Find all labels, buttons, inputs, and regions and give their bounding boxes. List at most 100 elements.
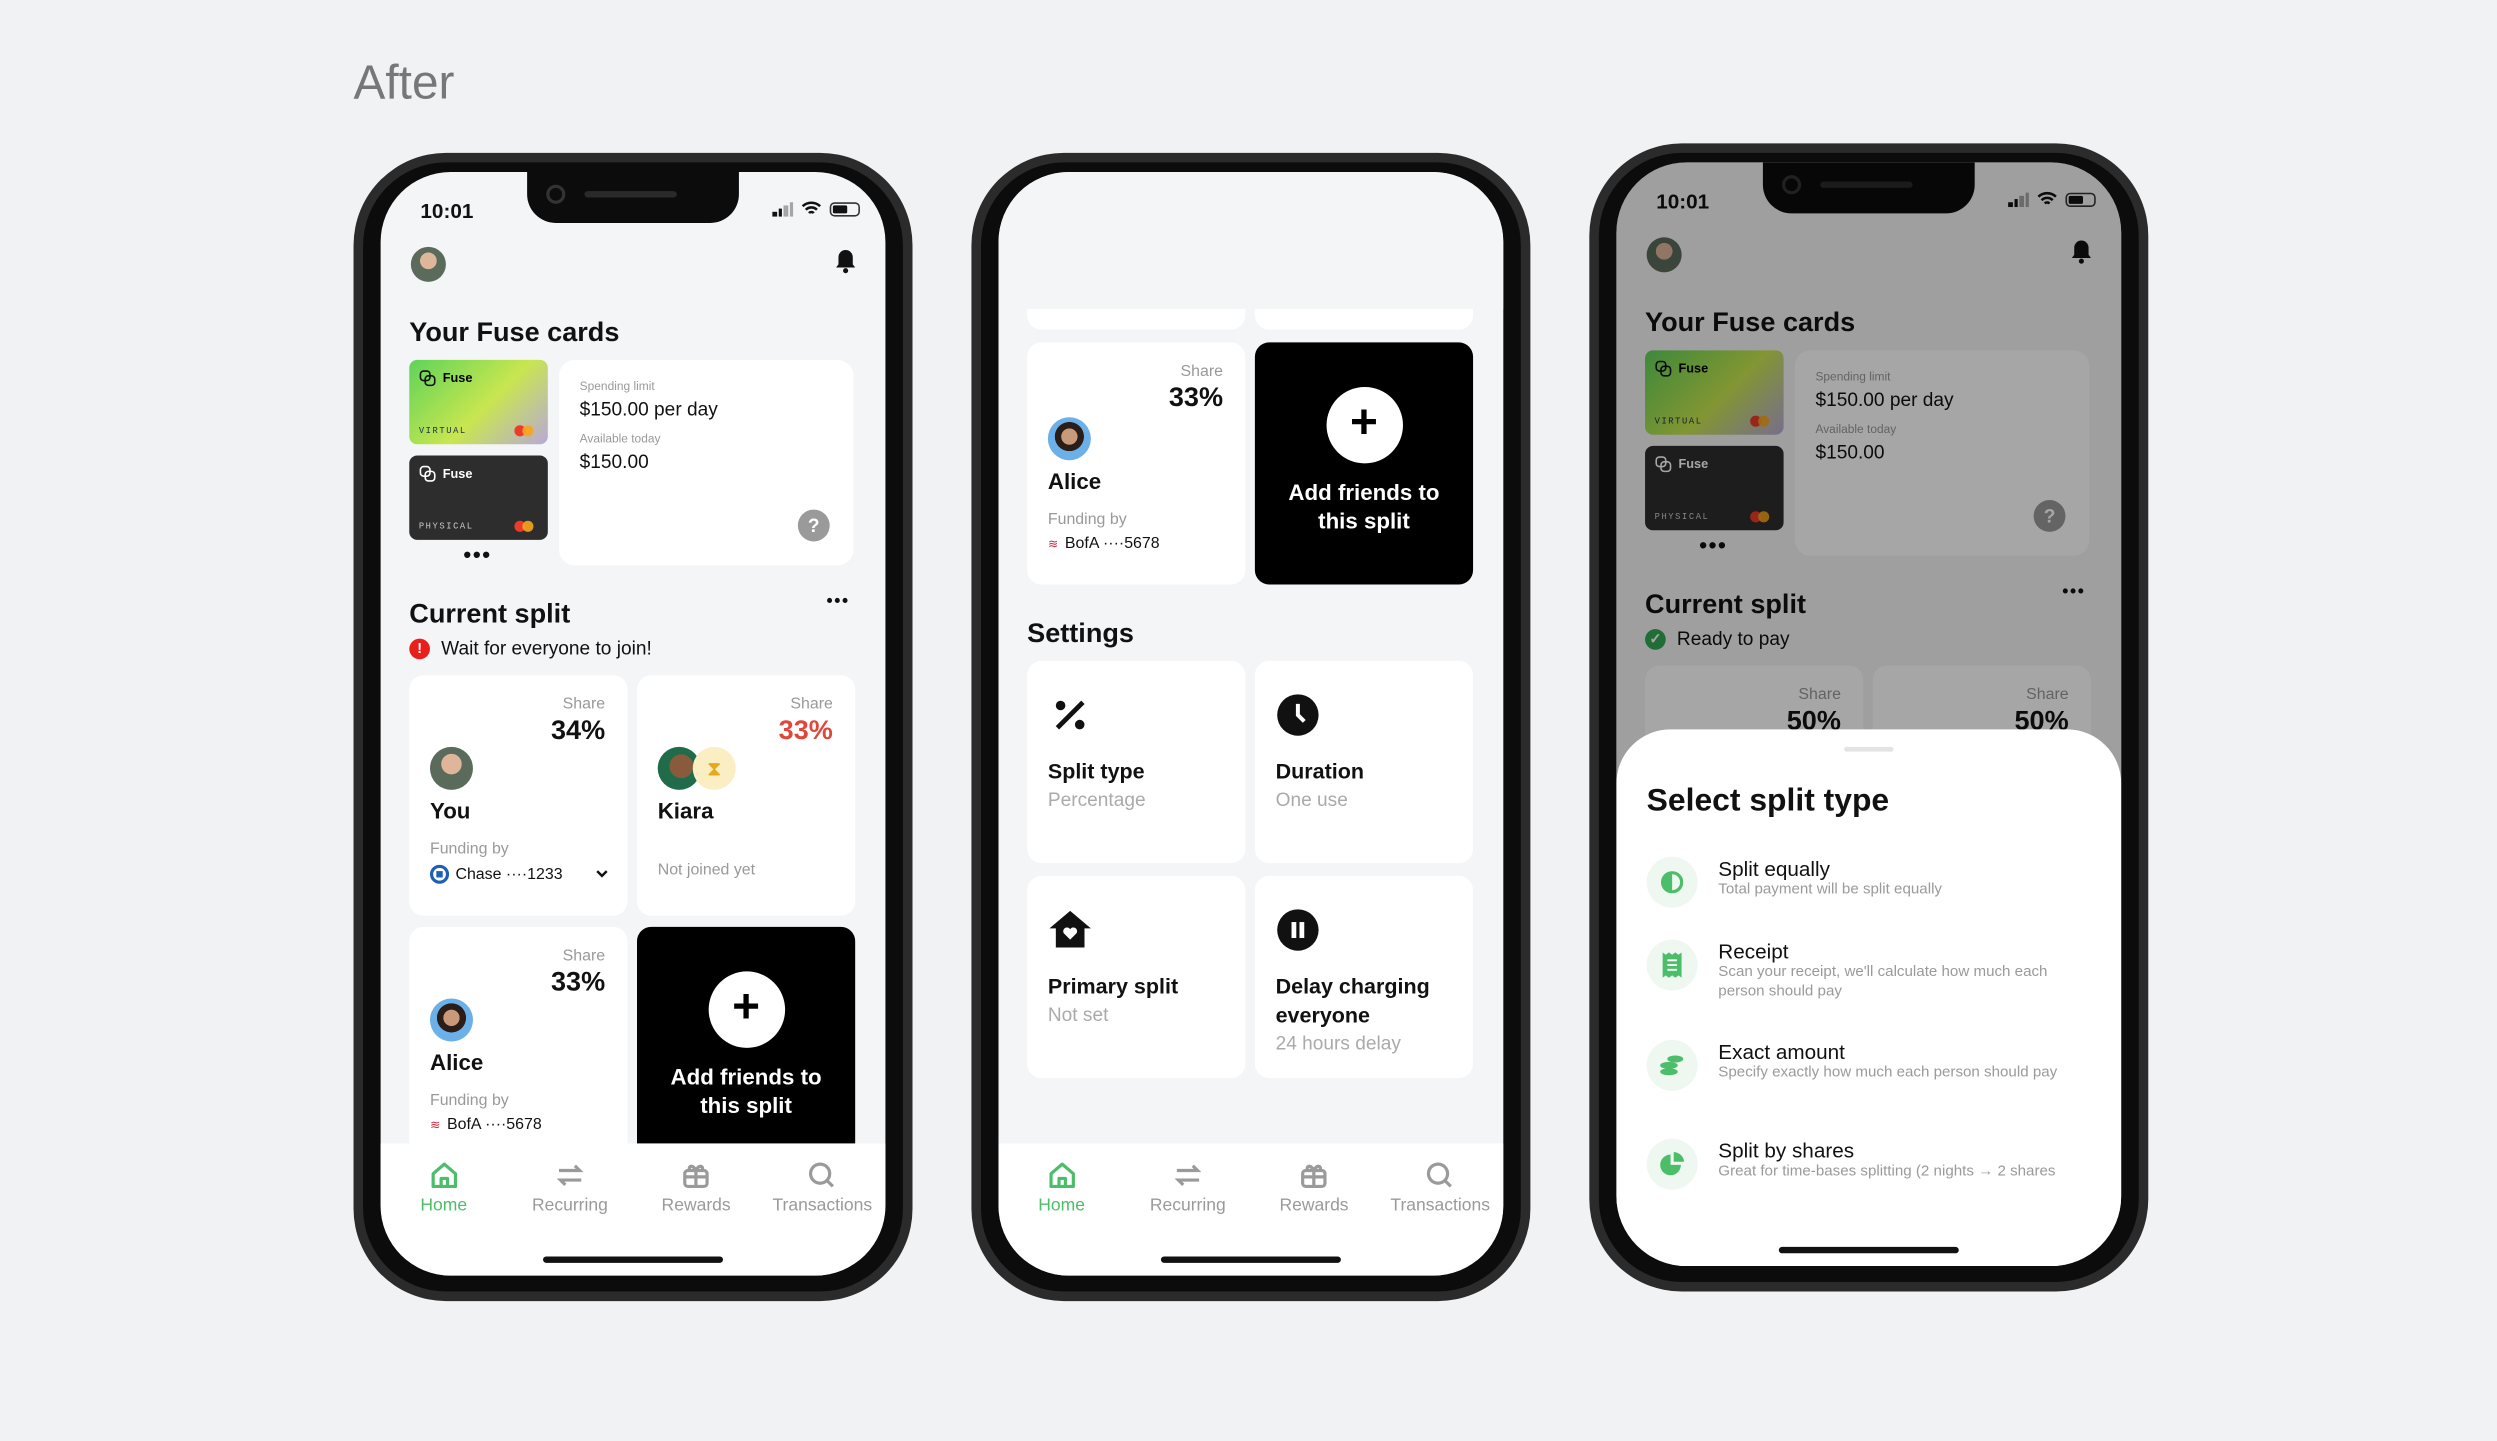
participant-name: Alice	[429, 1049, 484, 1075]
share-label: Share	[790, 695, 833, 714]
setting-duration[interactable]: Duration One use	[1254, 660, 1474, 864]
status-time: 10:01	[420, 199, 474, 223]
mastercard-icon	[514, 520, 535, 532]
nav-transactions[interactable]: Transactions	[759, 1159, 885, 1275]
cards-heading: Your Fuse cards	[409, 316, 620, 348]
clock-icon	[1277, 694, 1319, 736]
help-button[interactable]: ?	[797, 509, 830, 542]
nav-label: Transactions	[772, 1195, 873, 1216]
participant-tile-alice[interactable]: Share 33% Alice Funding by ≋ BofA ····5678	[409, 926, 628, 1166]
more-cards-button[interactable]: •••	[463, 541, 491, 566]
nav-label: Transactions	[1390, 1195, 1491, 1216]
participant-name: Kiara	[657, 797, 714, 824]
add-friends-button[interactable]: + Add friends to this split	[637, 926, 856, 1166]
nav-label: Rewards	[1279, 1195, 1349, 1216]
receipt-icon	[1662, 952, 1682, 978]
participant-name: Alice	[1047, 468, 1102, 494]
split-type-sheet: Select split type Split equally Total pay…	[1616, 729, 2122, 1267]
wifi-icon	[801, 201, 822, 215]
add-friends-button[interactable]: + Add friends to this split	[1254, 342, 1474, 585]
share-value: 33%	[550, 966, 606, 997]
setting-value: Percentage	[1047, 788, 1146, 811]
participant-tile-alice[interactable]: Share 33% Alice Funding by ≋ BofA ····5678	[1027, 342, 1246, 585]
sheet-handle[interactable]	[1844, 746, 1894, 752]
nav-home[interactable]: Home	[999, 1159, 1125, 1275]
share-value: 34%	[550, 715, 606, 746]
pause-icon	[1277, 909, 1319, 951]
participant-name: You	[429, 797, 471, 824]
option-desc: Total payment will be split equally	[1718, 880, 1943, 899]
setting-title: Split type	[1047, 759, 1145, 784]
bell-icon[interactable]	[834, 248, 856, 274]
nav-label: Home	[1038, 1195, 1085, 1216]
pending-note: Not joined yet	[657, 861, 756, 880]
bank-name: BofA ····5678	[1064, 535, 1160, 553]
available-label: Available today	[579, 431, 661, 446]
setting-value: 24 hours delay	[1275, 1031, 1401, 1055]
option-exact-amount[interactable]: Exact amount Specify exactly how much eac…	[1646, 1039, 2093, 1091]
setting-title: Duration	[1275, 759, 1364, 784]
battery-icon	[829, 201, 860, 216]
phone-home: 10:01 Your Fuse cards Fuse VIRTUAL Fuse …	[353, 152, 913, 1302]
setting-split-type[interactable]: Split type Percentage	[1027, 660, 1246, 864]
sheet-title: Select split type	[1646, 783, 1890, 819]
physical-card[interactable]: Fuse PHYSICAL	[409, 455, 548, 540]
option-receipt[interactable]: Receipt Scan your receipt, we'll calculat…	[1646, 939, 2093, 1002]
option-split-by-shares[interactable]: Split by shares Great for time-bases spli…	[1646, 1138, 2093, 1190]
option-split-equally[interactable]: Split equally Total payment will be split…	[1646, 856, 2093, 908]
home-icon	[430, 1162, 457, 1189]
funding-source: ≋ BofA ····5678	[1048, 535, 1160, 553]
bofa-icon: ≋	[429, 1117, 441, 1133]
split-more-button[interactable]: •••	[827, 592, 850, 611]
nav-home[interactable]: Home	[381, 1159, 507, 1275]
funding-label: Funding by	[429, 1092, 509, 1110]
funding-label: Funding by	[429, 840, 509, 859]
page-title: After	[353, 57, 455, 110]
nav-label: Recurring	[1149, 1195, 1226, 1216]
card-brand: Fuse	[442, 371, 473, 386]
funding-select[interactable]: Chase ····1233	[429, 864, 608, 884]
search-icon	[809, 1162, 835, 1188]
option-title: Split equally	[1718, 856, 1830, 881]
phone-split-type-sheet: 10:01 Your Fuse cards Fuse VIRTUAL Fuse …	[1589, 143, 2149, 1292]
option-title: Receipt	[1718, 939, 1789, 964]
card-brand: Fuse	[442, 466, 473, 481]
card-type: PHYSICAL	[418, 520, 474, 532]
nav-transactions[interactable]: Transactions	[1377, 1159, 1503, 1275]
add-friends-label: Add friends to this split	[1288, 479, 1440, 534]
setting-delay-charging[interactable]: Delay charging everyone 24 hours delay	[1254, 875, 1474, 1079]
plus-icon: +	[707, 971, 785, 1048]
home-indicator	[1160, 1256, 1341, 1263]
card-type: VIRTUAL	[418, 425, 467, 437]
option-title: Exact amount	[1718, 1039, 1845, 1064]
settings-heading: Settings	[1027, 617, 1134, 649]
gift-icon	[1301, 1164, 1327, 1189]
screen: 10:01 Your Fuse cards Fuse VIRTUAL Fuse …	[380, 171, 886, 1276]
avatar	[1047, 417, 1091, 461]
share-label: Share	[562, 695, 606, 714]
half-circle-icon	[1660, 871, 1684, 894]
share-value: 33%	[1168, 382, 1224, 413]
share-label: Share	[562, 947, 606, 966]
user-avatar[interactable]	[410, 246, 446, 282]
nav-label: Recurring	[531, 1195, 608, 1216]
house-heart-icon	[1049, 910, 1091, 948]
card-limits-panel: Spending limit $150.00 per day Available…	[558, 359, 854, 566]
pie-chart-icon	[1660, 1152, 1685, 1176]
share-label: Share	[1180, 363, 1224, 381]
virtual-card[interactable]: Fuse VIRTUAL	[409, 359, 548, 445]
option-title: Split by shares	[1718, 1138, 1855, 1163]
participant-tile-kiara[interactable]: Share 33% ⧗ Kiara Not joined yet	[637, 675, 856, 916]
setting-value: Not set	[1047, 1003, 1109, 1026]
setting-primary-split[interactable]: Primary split Not set	[1027, 875, 1246, 1079]
option-desc: Great for time-bases splitting (2 nights…	[1718, 1162, 2056, 1181]
add-friends-label: Add friends to this split	[670, 1063, 822, 1118]
split-status: ! Wait for everyone to join!	[409, 637, 652, 659]
plus-icon: +	[1325, 386, 1403, 464]
hourglass-icon: ⧗	[692, 746, 736, 790]
participant-tile-you[interactable]: Share 34% You Funding by Chase ····1233	[409, 675, 628, 916]
coins-icon	[1660, 1055, 1684, 1076]
bank-name: Chase ····1233	[455, 865, 563, 884]
fuse-logo-icon	[419, 465, 436, 482]
setting-title: Primary split	[1047, 974, 1179, 999]
